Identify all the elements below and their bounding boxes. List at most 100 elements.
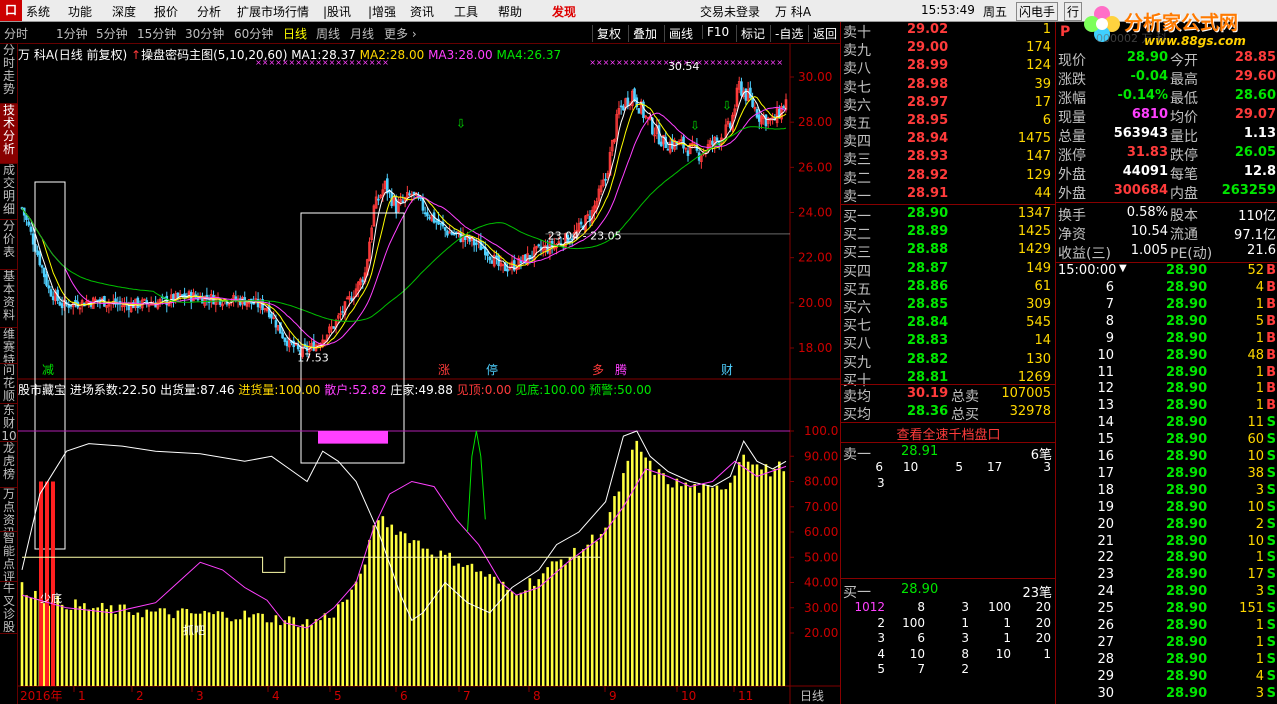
indicator-bar [555,561,558,686]
period-tab-6[interactable]: 日线 [283,25,307,42]
indicator-bar [163,608,166,686]
indicator-bar [746,461,750,686]
toolbar-button-0[interactable]: 复权 [592,25,621,42]
menu-item-5[interactable]: 扩展市场行情 [237,3,309,20]
indicator-bar [466,565,469,686]
indicator-bar [287,616,291,686]
bid-row[interactable]: 买五 28.86 61 [841,279,1056,298]
app-logo[interactable]: 口 [0,0,22,21]
indicator-name[interactable]: 操盘密码主图 [141,48,213,62]
left-nav-item-11[interactable]: 牛叉诊股 [0,582,18,634]
indicator-bar [426,548,429,686]
bid-row[interactable]: 买六 28.85 309 [841,297,1056,316]
left-nav-item-8[interactable]: 龙虎榜 [0,442,18,488]
ask-row[interactable]: 卖十 29.02 1 [841,22,1056,41]
full-depth-link[interactable]: 查看全速千档盘口 [841,424,1056,443]
left-nav-item-2[interactable]: 成交明细 [0,164,18,220]
bid-row[interactable]: 买四 28.87 149 [841,260,1056,280]
menu-item-3[interactable]: 报价 [154,3,178,20]
bid-row[interactable]: 买二 28.89 1425 [841,224,1056,243]
bid-row[interactable]: 买八 28.83 14 [841,333,1056,352]
flash-trade-button[interactable]: 闪电手 [1016,2,1059,21]
menu-item-10[interactable]: 帮助 [498,3,522,20]
tick-filter-icon[interactable]: ▼ [1119,263,1127,274]
ask-row[interactable]: 卖三 28.93 147 [841,149,1056,168]
tick-row: 13 28.90 1 B [1056,398,1277,416]
ask-volume: 147 [1026,149,1051,165]
ask-row[interactable]: 卖四 28.94 1475 [841,131,1056,150]
menu-item-0[interactable]: 系统 [26,3,50,20]
indicator-bar [720,489,723,686]
period-tab-8[interactable]: 月线 [350,25,374,42]
menu-item-8[interactable]: 资讯 [410,3,434,20]
menu-item-9[interactable]: 工具 [454,3,478,20]
left-nav-item-6[interactable]: 问花顺 [0,364,18,404]
menu-item-1[interactable]: 功能 [68,3,92,20]
period-tab-1[interactable]: 1分钟 [56,25,88,42]
price-tick-label: 30.00 [798,70,832,84]
sub-indicator-name[interactable]: 股市藏宝 [18,383,66,397]
indicator-bar [91,608,95,686]
menu-item-discover[interactable]: 发现 [552,3,576,20]
period-tab-0[interactable]: 分时 [4,25,28,42]
fund-value: 97.1亿 [1234,228,1276,243]
period-tab-3[interactable]: 15分钟 [137,25,176,42]
price-chart-svg[interactable]: 30.0028.0026.0024.0022.0020.0018.00100.0… [18,44,840,704]
period-tab-7[interactable]: 周线 [316,25,340,42]
stat-row: 外盘 44091 每笔 12.8 [1056,164,1277,183]
chart-area[interactable]: 30.00 28.00 26.00 24.00 22.00 20.00 18.00 100.0… [18,44,840,704]
period-tab-2[interactable]: 5分钟 [96,25,128,42]
ask-row[interactable]: 卖六 28.97 17 [841,95,1056,114]
toolbar-button-5[interactable]: -自选 [770,25,803,42]
indicator-bar [172,618,175,686]
toolbar-button-1[interactable]: 叠加 [628,25,657,42]
watermark-logo: 分析家公式网 www.88gs.com 000002 万 科 [1082,2,1277,52]
period-tab-9[interactable]: 更多 › [384,25,417,42]
tick-price: 28.90 [1166,347,1208,363]
left-nav-item-3[interactable]: 分价表 [0,220,18,270]
bid-row[interactable]: 买三 28.88 1429 [841,242,1056,262]
trade-button[interactable]: 行 [1064,2,1083,21]
menu-item-2[interactable]: 深度 [112,3,136,20]
indicator-bar [78,606,82,686]
left-nav-item-0[interactable]: 分时走势 [0,44,18,104]
left-nav-item-9[interactable]: 万点资讯 [0,488,18,532]
period-tab-4[interactable]: 30分钟 [185,25,224,42]
toolbar-button-2[interactable]: 画线 [664,25,693,42]
candle-body [475,242,478,245]
ask-row[interactable]: 卖七 28.98 39 [841,77,1056,96]
ask-row[interactable]: 卖五 28.95 6 [841,113,1056,132]
left-nav-item-1[interactable]: 技术分析 [0,104,18,164]
left-nav-item-5[interactable]: 维赛特 [0,328,18,364]
indicator-bar [109,605,113,686]
ask-row[interactable]: 卖八 28.99 124 [841,58,1056,77]
left-nav-item-10[interactable]: 智能点评 [0,532,18,582]
ask-row[interactable]: 卖一 28.91 44 [841,186,1056,205]
bid-row[interactable]: 买九 28.82 130 [841,352,1056,371]
candle-body [626,97,630,107]
ask-row[interactable]: 卖二 28.92 129 [841,168,1056,187]
bid-row[interactable]: 买七 28.84 545 [841,315,1056,334]
toolbar-button-3[interactable]: F10 [702,25,729,39]
bid-price: 28.87 [907,260,949,276]
toolbar-button-6[interactable]: 返回 [808,25,837,42]
candle-body [412,191,416,195]
left-nav-item-7[interactable]: 东财10 [0,404,18,442]
login-status[interactable]: 交易未登录 [700,3,760,20]
menu-item-7[interactable]: |增强 [368,3,396,20]
toolbar-button-4[interactable]: 标记 [736,25,765,42]
tick-price: 28.90 [1166,330,1208,346]
indicator-bar [29,597,33,686]
buy1-queue-item: 2 [877,615,885,630]
bid-label: 买三 [843,245,871,262]
menu-item-4[interactable]: 分析 [197,3,221,20]
bid-row[interactable]: 买一 28.90 1347 [841,206,1056,225]
left-nav-item-4[interactable]: 基本资料 [0,270,18,328]
stat-row: 总量 563943 量比 1.13 [1056,126,1277,145]
tick-price: 28.90 [1166,432,1208,448]
indicator-bar [270,622,273,686]
period-tab-5[interactable]: 60分钟 [234,25,273,42]
indicator-bar [216,611,220,686]
menu-item-6[interactable]: |股讯 [323,3,351,20]
ask-row[interactable]: 卖九 29.00 174 [841,40,1056,59]
